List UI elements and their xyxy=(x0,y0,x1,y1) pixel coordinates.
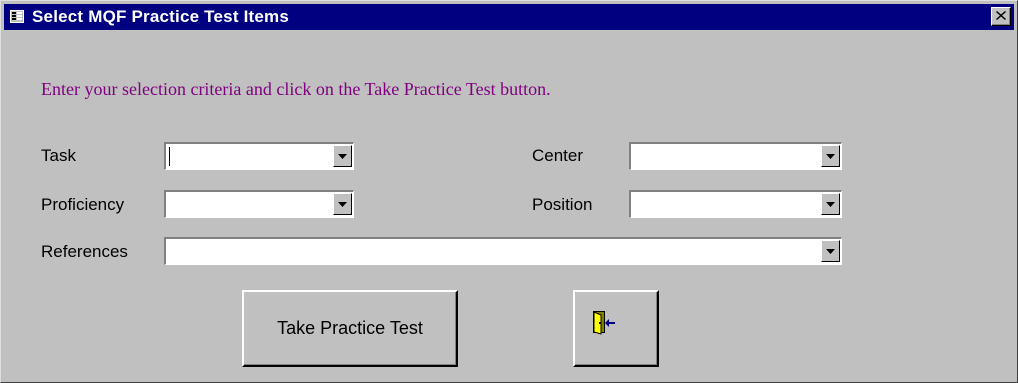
position-combo[interactable] xyxy=(629,190,842,218)
task-label: Task xyxy=(41,146,76,165)
exit-door-icon xyxy=(591,309,617,340)
form-icon[interactable] xyxy=(10,10,24,23)
text-caret xyxy=(169,147,170,166)
chevron-down-icon xyxy=(826,202,835,207)
references-combo[interactable] xyxy=(164,237,842,265)
close-icon xyxy=(996,11,1006,20)
window-title: Select MQF Practice Test Items xyxy=(32,7,290,26)
chevron-down-icon xyxy=(826,249,835,254)
dialog-window: Select MQF Practice Test Items Enter you… xyxy=(0,0,1018,383)
take-practice-test-button[interactable]: Take Practice Test xyxy=(242,290,458,367)
close-button[interactable] xyxy=(991,7,1011,26)
references-dropdown-button[interactable] xyxy=(821,240,840,262)
take-practice-test-label: Take Practice Test xyxy=(277,318,423,338)
center-label: Center xyxy=(532,146,584,165)
task-dropdown-button[interactable] xyxy=(333,145,352,167)
references-label: References xyxy=(41,242,128,261)
task-combo[interactable] xyxy=(164,142,354,170)
proficiency-label: Proficiency xyxy=(41,195,125,214)
position-label: Position xyxy=(532,195,593,214)
position-dropdown-button[interactable] xyxy=(821,193,840,215)
chevron-down-icon xyxy=(338,154,347,159)
proficiency-dropdown-button[interactable] xyxy=(333,193,352,215)
instruction-text: Enter your selection criteria and click … xyxy=(41,79,551,99)
center-combo[interactable] xyxy=(629,142,842,170)
chevron-down-icon xyxy=(338,202,347,207)
proficiency-combo[interactable] xyxy=(164,190,354,218)
title-bar[interactable]: Select MQF Practice Test Items xyxy=(4,4,1014,30)
exit-button[interactable] xyxy=(573,290,659,367)
center-dropdown-button[interactable] xyxy=(821,145,840,167)
chevron-down-icon xyxy=(826,154,835,159)
